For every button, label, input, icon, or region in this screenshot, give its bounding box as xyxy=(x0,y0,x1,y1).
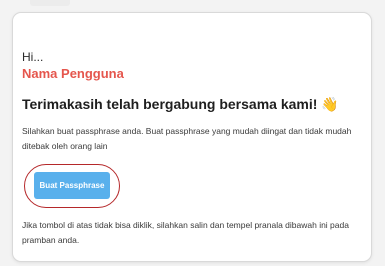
page-background: Hi... Nama Pengguna Terimakasih telah be… xyxy=(0,0,385,266)
username-text: Nama Pengguna xyxy=(22,66,124,81)
greeting-text: Hi... xyxy=(22,50,44,64)
waving-hand-icon: 👋 xyxy=(321,96,339,112)
top-tab-ghost xyxy=(30,0,70,6)
fallback-link-text: Jika tombol di atas tidak bisa diklik, s… xyxy=(22,220,349,245)
instruction-text: Silahkan buat passphrase anda. Buat pass… xyxy=(22,126,352,151)
welcome-heading: Terimakasih telah bergabung bersama kami… xyxy=(22,96,339,113)
welcome-heading-text: Terimakasih telah bergabung bersama kami… xyxy=(22,96,318,112)
create-passphrase-button[interactable]: Buat Passphrase xyxy=(34,172,110,199)
